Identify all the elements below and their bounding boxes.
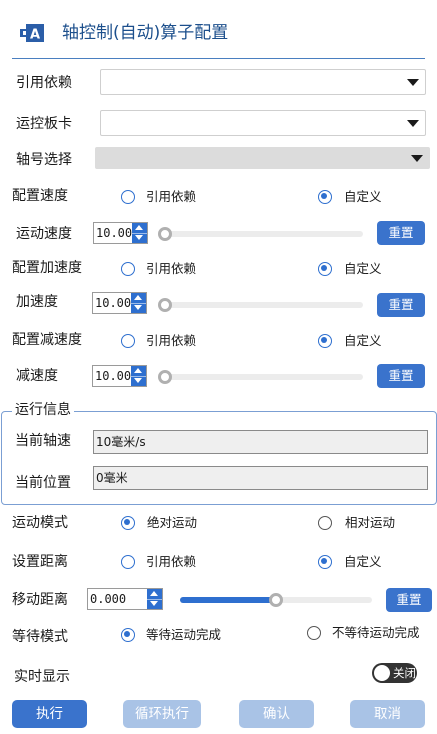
wait-complete-radio-label: 等待运动完成	[146, 627, 222, 642]
chevron-down-icon	[407, 120, 419, 127]
accel-ref-radio-label: 引用依赖	[146, 261, 197, 276]
accel-config-label: 配置加速度	[12, 260, 82, 276]
distance-custom-radio-label: 自定义	[344, 554, 382, 569]
chevron-down-icon	[407, 79, 419, 86]
decel-ref-radio[interactable]	[121, 334, 135, 348]
decel-value: 10.00	[95, 369, 132, 383]
decel-spinbox[interactable]: 10.00	[92, 365, 147, 387]
arrow-down-icon	[135, 235, 143, 240]
speed-custom-radio[interactable]	[318, 190, 332, 204]
motion-card-select[interactable]	[100, 110, 426, 136]
motion-speed-spinbox[interactable]: 10.00	[93, 222, 148, 244]
realtime-display-toggle[interactable]: 关闭	[372, 663, 417, 683]
title-divider	[12, 58, 425, 59]
speed-custom-radio-label: 自定义	[344, 189, 382, 204]
speed-ref-radio-label: 引用依赖	[146, 189, 197, 204]
accel-slider[interactable]	[160, 302, 363, 308]
confirm-button[interactable]: 确认	[239, 700, 314, 728]
move-distance-spinbox[interactable]: 0.000	[87, 588, 163, 610]
current-speed-field: 10毫米/s	[93, 430, 428, 454]
wait-complete-radio[interactable]	[121, 628, 135, 642]
accel-value: 10.00	[95, 296, 132, 310]
loop-execute-button[interactable]: 循环执行	[123, 700, 201, 728]
spin-arrows[interactable]	[132, 223, 147, 243]
ref-dependency-label: 引用依赖	[16, 75, 72, 91]
no-wait-radio-label: 不等待运动完成	[332, 625, 420, 640]
speed-config-label: 配置速度	[12, 188, 68, 204]
accel-slider-handle[interactable]	[158, 298, 172, 312]
accel-ref-radio[interactable]	[121, 262, 135, 276]
decel-slider[interactable]	[160, 374, 363, 380]
distance-setting-label: 设置距离	[12, 554, 68, 570]
move-distance-slider-fill	[180, 597, 276, 603]
motion-speed-slider[interactable]	[160, 231, 363, 237]
motion-speed-slider-handle[interactable]	[158, 227, 172, 241]
distance-ref-radio-label: 引用依赖	[146, 554, 197, 569]
absolute-motion-radio[interactable]	[121, 516, 135, 530]
ref-dependency-select[interactable]	[100, 69, 426, 95]
arrow-down-icon	[134, 305, 142, 310]
arrow-down-icon	[150, 601, 158, 606]
axis-select-label: 轴号选择	[16, 152, 72, 168]
spin-arrows[interactable]	[131, 366, 146, 386]
decel-slider-handle[interactable]	[158, 370, 172, 384]
speed-ref-radio[interactable]	[121, 190, 135, 204]
move-distance-slider-handle[interactable]	[269, 593, 283, 607]
operator-icon: A	[20, 24, 44, 43]
title-bar: A 轴控制(自动)算子配置	[0, 0, 437, 60]
execute-button[interactable]: 执行	[12, 700, 87, 728]
current-position-value: 0毫米	[96, 471, 128, 485]
motion-speed-value: 10.00	[96, 226, 133, 240]
arrow-up-icon	[134, 368, 142, 373]
decel-reset-button[interactable]: 重置	[377, 364, 425, 388]
accel-reset-button[interactable]: 重置	[377, 293, 425, 317]
relative-motion-radio[interactable]	[318, 516, 332, 530]
svg-text:A: A	[30, 28, 40, 43]
spin-arrows[interactable]	[131, 293, 146, 313]
realtime-display-label: 实时显示	[14, 669, 70, 685]
chevron-down-icon	[411, 155, 423, 162]
accel-custom-radio-label: 自定义	[344, 261, 382, 276]
move-distance-label: 移动距离	[12, 592, 68, 608]
current-speed-label: 当前轴速	[15, 433, 71, 449]
page-title: 轴控制(自动)算子配置	[62, 23, 229, 43]
decel-custom-radio[interactable]	[318, 334, 332, 348]
current-position-label: 当前位置	[15, 475, 71, 491]
distance-ref-radio[interactable]	[121, 555, 135, 569]
toggle-knob	[374, 665, 390, 681]
cancel-button[interactable]: 取消	[350, 700, 425, 728]
decel-custom-radio-label: 自定义	[344, 333, 382, 348]
accel-label: 加速度	[16, 294, 58, 310]
toggle-state-label: 关闭	[393, 666, 416, 680]
accel-custom-radio[interactable]	[318, 262, 332, 276]
arrow-up-icon	[134, 295, 142, 300]
wait-mode-label: 等待模式	[12, 629, 68, 645]
spin-arrows[interactable]	[147, 589, 162, 609]
relative-motion-radio-label: 相对运动	[345, 515, 396, 530]
decel-label: 减速度	[16, 368, 58, 384]
axis-select[interactable]	[95, 147, 430, 169]
distance-custom-radio[interactable]	[318, 555, 332, 569]
decel-ref-radio-label: 引用依赖	[146, 333, 197, 348]
absolute-motion-radio-label: 绝对运动	[147, 515, 198, 530]
no-wait-radio[interactable]	[307, 626, 321, 640]
motion-speed-label: 运动速度	[16, 226, 72, 242]
current-speed-value: 10毫米/s	[96, 435, 146, 449]
motion-card-label: 运控板卡	[16, 116, 72, 132]
run-info-title: 运行信息	[12, 401, 74, 419]
distance-reset-button[interactable]: 重置	[386, 588, 432, 612]
motion-mode-label: 运动模式	[12, 515, 68, 531]
decel-config-label: 配置减速度	[12, 332, 82, 348]
accel-spinbox[interactable]: 10.00	[92, 292, 147, 314]
speed-reset-button[interactable]: 重置	[377, 221, 425, 245]
arrow-down-icon	[134, 378, 142, 383]
arrow-up-icon	[150, 591, 158, 596]
current-position-field: 0毫米	[93, 466, 428, 490]
move-distance-value: 0.000	[90, 592, 127, 606]
arrow-up-icon	[135, 225, 143, 230]
